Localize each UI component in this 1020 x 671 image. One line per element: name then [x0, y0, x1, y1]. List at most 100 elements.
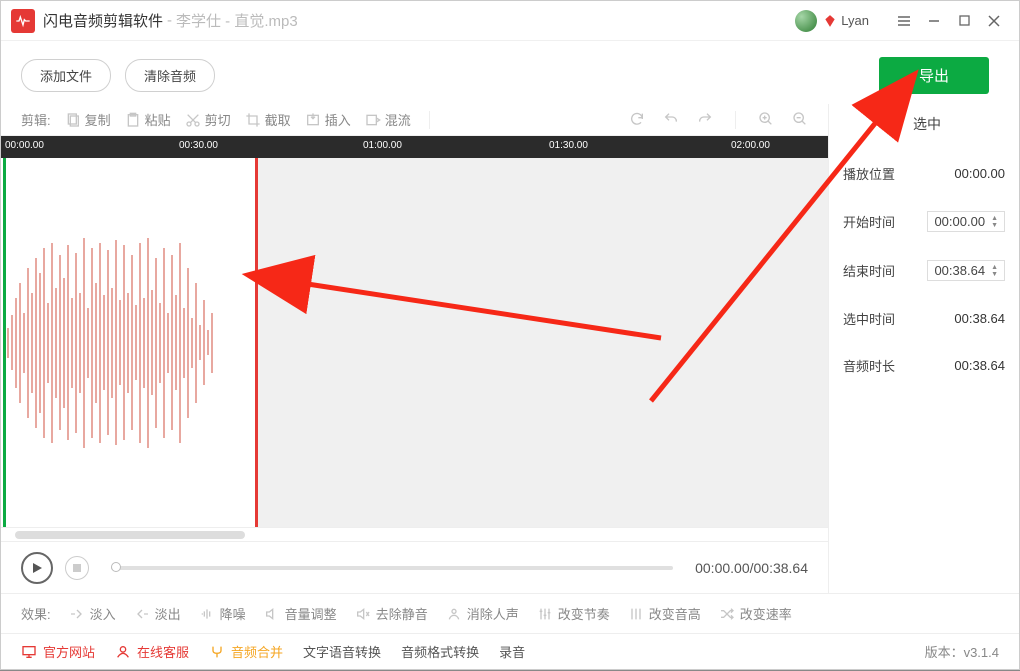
waveform-area[interactable] [1, 158, 828, 527]
support-icon [115, 644, 131, 660]
title-bar: 闪电音频剪辑软件 - 李学仕 - 直觉.mp3 Lyan [1, 1, 1019, 41]
crop-icon [245, 112, 261, 128]
copy-icon [65, 112, 81, 128]
record-link[interactable]: 录音 [499, 642, 525, 661]
shuffle-icon [719, 606, 735, 622]
tts-link[interactable]: 文字语音转换 [303, 642, 381, 661]
edit-toolbar: 剪辑: 复制 粘贴 剪切 截取 [1, 104, 828, 136]
scrollbar-thumb[interactable] [15, 531, 245, 539]
copy-button[interactable]: 复制 [65, 110, 111, 129]
time-display: 00:00.00/00:38.64 [695, 560, 808, 576]
chevron-down-icon[interactable]: ▼ [991, 222, 998, 229]
monitor-icon [21, 644, 37, 660]
top-button-row: 添加文件 清除音频 导出 [1, 41, 1019, 104]
avatar[interactable] [795, 10, 817, 32]
ruler-tick: 02:00.00 [731, 140, 770, 151]
merge-icon [209, 644, 225, 660]
person-icon [446, 606, 462, 622]
undo-icon[interactable] [663, 111, 679, 127]
pitch-icon [628, 606, 644, 622]
fade-in-button[interactable]: 淡入 [69, 604, 116, 623]
paste-icon [125, 112, 141, 128]
ruler-tick: 01:30.00 [549, 140, 588, 151]
selected-duration-label: 选中时间 [843, 309, 895, 328]
waveform-bars [7, 158, 255, 527]
total-duration-label: 音频时长 [843, 356, 895, 375]
selected-label: 选中 [843, 114, 1005, 134]
username[interactable]: Lyan [841, 13, 869, 28]
stop-icon [73, 564, 81, 572]
add-file-button[interactable]: 添加文件 [21, 59, 111, 92]
selection-end-marker[interactable] [255, 158, 258, 527]
play-position-row: 播放位置 00:00.00 [843, 164, 1005, 183]
sliders-icon [537, 606, 553, 622]
insert-icon [305, 112, 321, 128]
menu-button[interactable] [889, 6, 919, 36]
tempo-button[interactable]: 改变节奏 [537, 604, 610, 623]
progress-bar[interactable] [111, 566, 673, 570]
volume-button[interactable]: 音量调整 [264, 604, 337, 623]
start-time-row: 开始时间 00:00.00 ▲▼ [843, 211, 1005, 232]
time-ruler[interactable]: 00:00.00 00:30.00 01:00.00 01:30.00 02:0… [1, 136, 828, 158]
end-time-input[interactable]: 00:38.64 ▲▼ [927, 260, 1005, 281]
bottom-bar: 官方网站 在线客服 音频合并 文字语音转换 音频格式转换 录音 版本：v3.1.… [1, 633, 1019, 669]
effects-bar: 效果: 淡入 淡出 降噪 音量调整 去除静音 消除人声 改变节奏 改变音高 改变… [1, 593, 1019, 633]
insert-button[interactable]: 插入 [305, 110, 351, 129]
denoise-button[interactable]: 降噪 [199, 604, 246, 623]
chevron-up-icon[interactable]: ▲ [991, 264, 998, 271]
play-button[interactable] [21, 552, 53, 584]
horizontal-scrollbar[interactable] [1, 527, 828, 541]
official-website-link[interactable]: 官方网站 [21, 642, 95, 661]
total-duration-value: 00:38.64 [954, 358, 1005, 373]
play-icon [31, 562, 43, 574]
remove-silence-button[interactable]: 去除静音 [355, 604, 428, 623]
stop-button[interactable] [65, 556, 89, 580]
ruler-tick: 00:30.00 [179, 140, 218, 151]
paste-button[interactable]: 粘贴 [125, 110, 171, 129]
edit-label: 剪辑: [21, 110, 51, 129]
timeline: 00:00.00 00:30.00 01:00.00 01:30.00 02:0… [1, 136, 828, 541]
selection-start-marker[interactable] [3, 158, 6, 527]
redo-icon[interactable] [697, 111, 713, 127]
app-window: 闪电音频剪辑软件 - 李学仕 - 直觉.mp3 Lyan 添加文件 清除音频 导… [0, 0, 1020, 670]
audio-merge-link[interactable]: 音频合并 [209, 642, 283, 661]
fade-out-button[interactable]: 淡出 [134, 604, 181, 623]
mix-button[interactable]: 混流 [365, 110, 411, 129]
export-button[interactable]: 导出 [879, 57, 989, 94]
refresh-icon[interactable] [629, 111, 645, 127]
cut-button[interactable]: 剪切 [185, 110, 231, 129]
close-button[interactable] [979, 6, 1009, 36]
minimize-button[interactable] [919, 6, 949, 36]
fade-out-icon [134, 606, 150, 622]
start-time-label: 开始时间 [843, 212, 895, 231]
start-time-input[interactable]: 00:00.00 ▲▼ [927, 211, 1005, 232]
file-title: 李学仕 - 直觉.mp3 [176, 10, 298, 31]
progress-knob[interactable] [111, 562, 121, 572]
chevron-down-icon[interactable]: ▼ [991, 271, 998, 278]
gem-icon [823, 14, 837, 28]
total-duration-row: 音频时长 00:38.64 [843, 356, 1005, 375]
remove-vocal-button[interactable]: 消除人声 [446, 604, 519, 623]
end-time-label: 结束时间 [843, 261, 895, 280]
version-label: 版本：v3.1.4 [925, 642, 999, 661]
scissors-icon [185, 112, 201, 128]
effects-label: 效果: [21, 604, 51, 623]
zoom-in-icon[interactable] [758, 111, 774, 127]
selected-duration-value: 00:38.64 [954, 311, 1005, 326]
customer-service-link[interactable]: 在线客服 [115, 642, 189, 661]
chevron-up-icon[interactable]: ▲ [991, 215, 998, 222]
end-time-row: 结束时间 00:38.64 ▲▼ [843, 260, 1005, 281]
mix-icon [365, 112, 381, 128]
player-controls: 00:00.00/00:38.64 [1, 541, 828, 593]
pitch-button[interactable]: 改变音高 [628, 604, 701, 623]
mute-icon [355, 606, 371, 622]
ruler-tick: 00:00.00 [5, 140, 44, 151]
volume-icon [264, 606, 280, 622]
title-separator: - [167, 12, 172, 29]
speed-button[interactable]: 改变速率 [719, 604, 792, 623]
zoom-out-icon[interactable] [792, 111, 808, 127]
format-convert-link[interactable]: 音频格式转换 [401, 642, 479, 661]
clear-audio-button[interactable]: 清除音频 [125, 59, 215, 92]
crop-button[interactable]: 截取 [245, 110, 291, 129]
maximize-button[interactable] [949, 6, 979, 36]
